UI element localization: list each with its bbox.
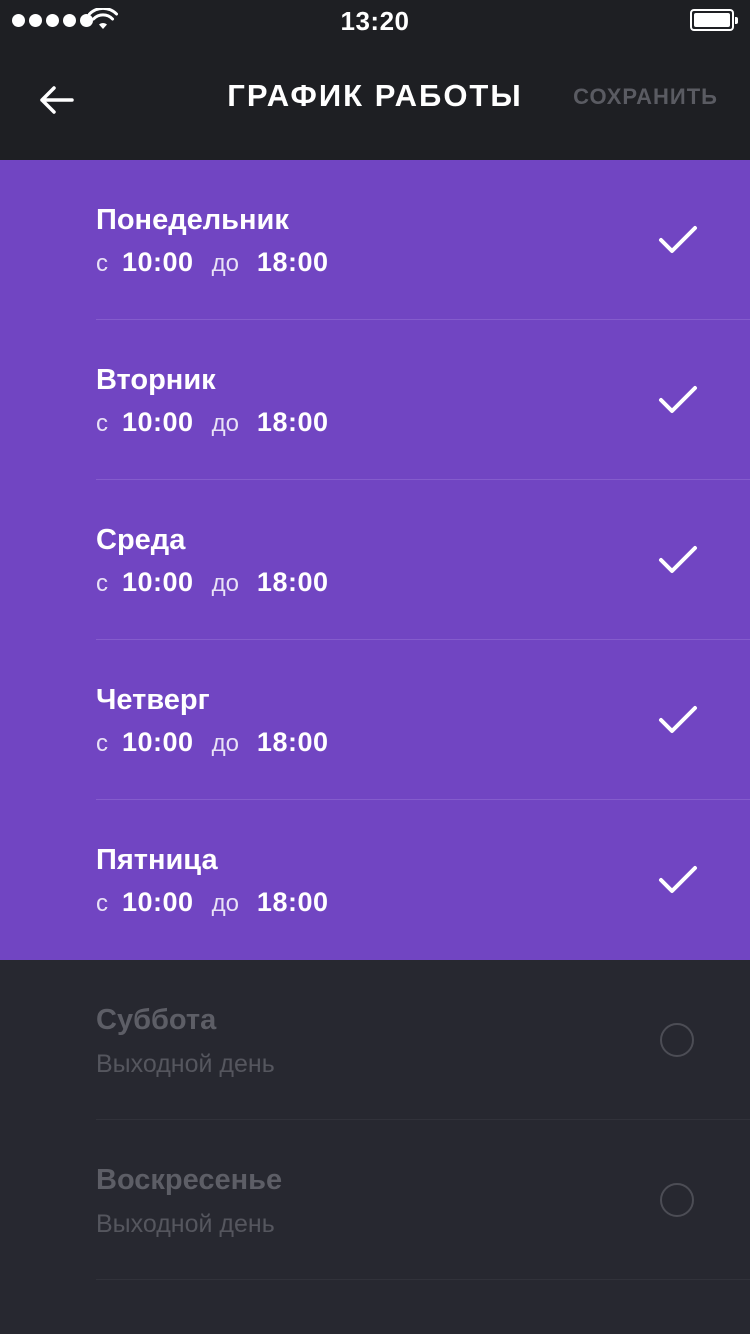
- divider: [96, 1279, 750, 1280]
- to-time[interactable]: 18:00: [257, 727, 329, 758]
- page-title: ГРАФИК РАБОТЫ: [227, 78, 523, 113]
- day-off-label: Выходной день: [96, 1050, 275, 1078]
- day-name: Понедельник: [96, 204, 289, 236]
- to-time[interactable]: 18:00: [257, 247, 329, 278]
- day-row-monday[interactable]: Понедельник с 10:00 до 18:00: [0, 160, 750, 320]
- back-button[interactable]: [28, 72, 84, 128]
- status-time: 13:20: [340, 6, 410, 36]
- from-time[interactable]: 10:00: [122, 567, 194, 598]
- to-time[interactable]: 18:00: [257, 887, 329, 918]
- from-time[interactable]: 10:00: [122, 887, 194, 918]
- day-hours: с 10:00 до 18:00: [96, 887, 328, 918]
- from-label: с: [96, 250, 108, 277]
- unchecked-circle-icon[interactable]: [660, 1183, 694, 1217]
- check-icon[interactable]: [656, 862, 700, 898]
- arrow-left-icon: [40, 86, 74, 114]
- from-time[interactable]: 10:00: [122, 407, 194, 438]
- day-row-tuesday[interactable]: Вторник с 10:00 до 18:00: [0, 320, 750, 480]
- day-name: Суббота: [96, 1004, 217, 1036]
- day-name: Воскресенье: [96, 1164, 283, 1196]
- to-label: до: [211, 890, 239, 917]
- check-icon[interactable]: [656, 542, 700, 578]
- day-hours: с 10:00 до 18:00: [96, 727, 328, 758]
- to-label: до: [211, 250, 239, 277]
- to-time[interactable]: 18:00: [257, 407, 329, 438]
- to-label: до: [211, 410, 239, 437]
- check-icon[interactable]: [656, 382, 700, 418]
- day-name: Среда: [96, 524, 186, 556]
- day-hours: с 10:00 до 18:00: [96, 247, 328, 278]
- unchecked-circle-icon[interactable]: [660, 1023, 694, 1057]
- nav-bar: ГРАФИК РАБОТЫ СОХРАНИТЬ: [0, 40, 750, 160]
- day-hours: с 10:00 до 18:00: [96, 567, 328, 598]
- to-time[interactable]: 18:00: [257, 567, 329, 598]
- to-label: до: [211, 730, 239, 757]
- status-bar: 13:20: [0, 0, 750, 40]
- from-time[interactable]: 10:00: [122, 247, 194, 278]
- schedule-list: Понедельник с 10:00 до 18:00 Вторник с 1…: [0, 160, 750, 1280]
- day-name: Пятница: [96, 844, 218, 876]
- save-button[interactable]: СОХРАНИТЬ: [573, 84, 718, 110]
- day-off-label: Выходной день: [96, 1210, 275, 1238]
- check-icon[interactable]: [656, 702, 700, 738]
- day-row-wednesday[interactable]: Среда с 10:00 до 18:00: [0, 480, 750, 640]
- from-label: с: [96, 730, 108, 757]
- from-label: с: [96, 890, 108, 917]
- day-name: Четверг: [96, 684, 210, 716]
- day-name: Вторник: [96, 364, 216, 396]
- battery-icon: [690, 9, 738, 31]
- from-time[interactable]: 10:00: [122, 727, 194, 758]
- day-row-sunday[interactable]: Воскресенье Выходной день: [0, 1120, 750, 1280]
- from-label: с: [96, 410, 108, 437]
- day-hours: с 10:00 до 18:00: [96, 407, 328, 438]
- to-label: до: [211, 570, 239, 597]
- day-row-saturday[interactable]: Суббота Выходной день: [0, 960, 750, 1120]
- day-row-thursday[interactable]: Четверг с 10:00 до 18:00: [0, 640, 750, 800]
- check-icon[interactable]: [656, 222, 700, 258]
- from-label: с: [96, 570, 108, 597]
- day-row-friday[interactable]: Пятница с 10:00 до 18:00: [0, 800, 750, 960]
